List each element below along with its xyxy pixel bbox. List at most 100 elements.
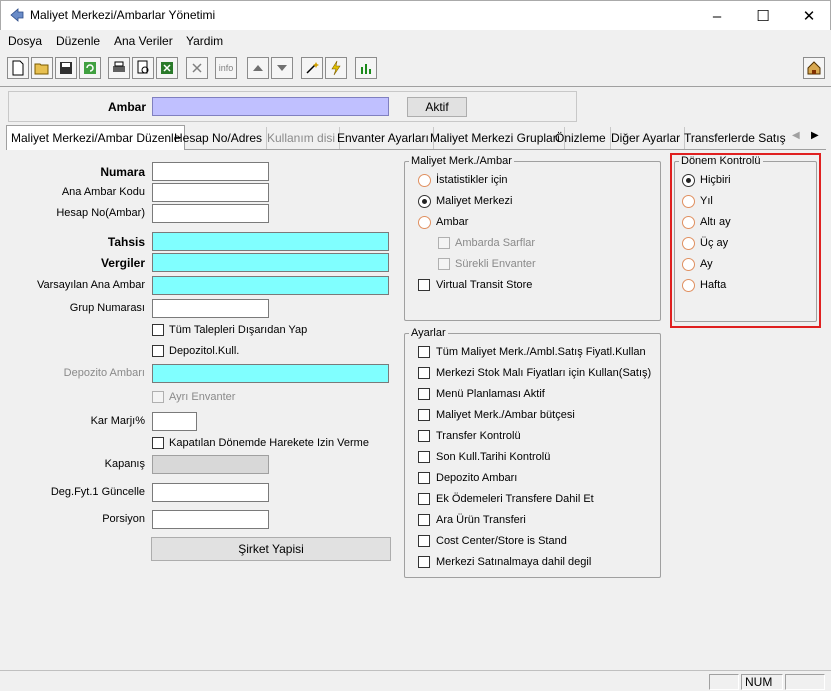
arrow-up-icon[interactable] (247, 57, 269, 79)
ayar-checkbox[interactable] (418, 556, 430, 568)
tab-diger-ayarlar[interactable]: Diğer Ayarlar (607, 127, 686, 149)
virtual-transit-label: Virtual Transit Store (436, 279, 533, 291)
lightning-icon[interactable] (325, 57, 347, 79)
varsayilan-ana-ambar-input[interactable] (152, 276, 389, 295)
ambar-label: Ambar (108, 100, 147, 114)
istatistikler-radio[interactable] (418, 174, 431, 187)
tab-envanter-ayarlari[interactable]: Envanter Ayarları (333, 127, 434, 149)
ayar-label: Ek Ödemeleri Transfere Dahil Et (436, 493, 594, 505)
donem-kontrolu-group: Dönem Kontrolü (674, 155, 817, 322)
ayar-checkbox[interactable] (418, 472, 430, 484)
grup-numarasi-label: Grup Numarası (69, 302, 145, 314)
chart-icon[interactable] (355, 57, 377, 79)
sirket-yapisi-button[interactable]: Şirket Yapisi (151, 537, 391, 561)
tab-transferlerde-satis[interactable]: Transferlerde Satış Fi (680, 127, 787, 149)
tab-onizleme[interactable]: Önizleme (551, 127, 611, 149)
ayar-checkbox[interactable] (418, 451, 430, 463)
ayar-label: Ara Ürün Transferi (436, 514, 526, 526)
donem-ay-radio[interactable] (682, 258, 695, 271)
deg-fyt-input[interactable] (152, 483, 269, 502)
tahsis-input[interactable] (152, 232, 389, 251)
close-button[interactable]: ✕ (786, 1, 831, 31)
surekli-envanter-label: Sürekli Envanter (455, 258, 536, 270)
ayri-envanter-checkbox[interactable] (152, 391, 164, 403)
tahsis-label: Tahsis (107, 235, 145, 249)
surekli-envanter-checkbox[interactable] (438, 258, 450, 270)
vergiler-input[interactable] (152, 253, 389, 272)
excel-export-icon[interactable] (156, 57, 178, 79)
ambarda-sarflar-checkbox[interactable] (438, 237, 450, 249)
donem-uc-ay-radio[interactable] (682, 237, 695, 250)
wand-icon[interactable] (301, 57, 323, 79)
ayar-checkbox[interactable] (418, 367, 430, 379)
open-folder-icon[interactable] (31, 57, 53, 79)
depozito-ambari-label: Depozito Ambarı (63, 367, 145, 379)
save-icon[interactable] (55, 57, 77, 79)
ayar-label: Maliyet Merk./Ambar bütçesi (436, 409, 575, 421)
maximize-button[interactable]: ☐ (740, 1, 786, 31)
donem-alti-ay-radio[interactable] (682, 216, 695, 229)
arrow-down-icon[interactable] (271, 57, 293, 79)
kapatilan-checkbox[interactable] (152, 437, 164, 449)
ayar-checkbox[interactable] (418, 346, 430, 358)
ayar-checkbox[interactable] (418, 514, 430, 526)
tab-maliyet-merkezi-gruplari[interactable]: Maliyet Merkezi Grupları (426, 127, 566, 149)
aktif-button[interactable]: Aktif (407, 97, 467, 117)
tum-talepler-checkbox[interactable] (152, 324, 164, 336)
ambar-radio[interactable] (418, 216, 431, 229)
ayar-checkbox[interactable] (418, 388, 430, 400)
donem-hafta-radio[interactable] (682, 279, 695, 292)
ayar-checkbox[interactable] (418, 409, 430, 421)
ayarlar-group-title: Ayarlar (411, 327, 446, 339)
ayar-checkbox[interactable] (418, 535, 430, 547)
minimize-button[interactable]: – (694, 1, 740, 31)
print-icon[interactable] (108, 57, 130, 79)
menu-duzenle[interactable]: Düzenle (56, 34, 100, 48)
status-bar (0, 670, 831, 691)
porsiyon-input[interactable] (152, 510, 269, 529)
varsayilan-ana-ambar-label: Varsayılan Ana Ambar (36, 279, 145, 291)
kar-marji-input[interactable] (152, 412, 197, 431)
donem-ay-label: Ay (700, 258, 713, 270)
kapatilan-label: Kapatılan Dönemde Harekete Izin Verme (169, 437, 369, 449)
donem-hicbiri-radio[interactable] (682, 174, 695, 187)
depozitol-checkbox[interactable] (152, 345, 164, 357)
ambar-radio-label: Ambar (436, 216, 469, 228)
ana-ambar-kodu-input[interactable] (152, 183, 269, 202)
tab-scroll-left-icon[interactable]: ◀ (792, 130, 800, 141)
num-indicator: NUM (741, 674, 783, 690)
menu-dosya[interactable]: Dosya (8, 34, 42, 48)
info-icon[interactable]: info (215, 57, 237, 79)
numara-label: Numara (100, 165, 145, 179)
donem-hicbiri-label: Hiçbiri (700, 174, 731, 186)
ayar-label: Tüm Maliyet Merk./Ambl.Satış Fiyatl.Kull… (436, 346, 646, 358)
tab-kullanim-disi[interactable]: Kullanım disi (263, 127, 341, 149)
ayar-checkbox[interactable] (418, 493, 430, 505)
ayar-checkbox[interactable] (418, 430, 430, 442)
app-icon (10, 8, 24, 22)
home-icon[interactable] (803, 57, 825, 79)
menu-yardim[interactable]: Yardim (186, 34, 223, 48)
donem-hafta-label: Hafta (700, 279, 727, 291)
donem-yil-radio[interactable] (682, 195, 695, 208)
tab-scroll-right-icon[interactable]: ▶ (811, 130, 819, 141)
maliyet-ambar-group-title: Maliyet Merk./Ambar (411, 155, 512, 167)
donem-kontrolu-title: Dönem Kontrolü (681, 155, 761, 167)
hesap-no-input[interactable] (152, 204, 269, 223)
ayar-label: Merkezi Stok Malı Fiyatları için Kullan(… (436, 367, 652, 379)
virtual-transit-checkbox[interactable] (418, 279, 430, 291)
tab-hesap-no-adres[interactable]: Hesap No/Adres (170, 127, 268, 149)
grup-numarasi-input[interactable] (152, 299, 269, 318)
depozito-ambari-input[interactable] (152, 364, 389, 383)
cancel-icon[interactable] (186, 57, 208, 79)
ambar-input[interactable] (152, 97, 389, 116)
ana-ambar-kodu-label: Ana Ambar Kodu (61, 186, 145, 198)
menu-ana-veriler[interactable]: Ana Veriler (114, 34, 173, 48)
deg-fyt-label: Deg.Fyt.1 Güncelle (50, 486, 145, 498)
new-file-icon[interactable] (7, 57, 29, 79)
print-preview-icon[interactable] (132, 57, 154, 79)
maliyet-merkezi-radio[interactable] (418, 195, 431, 208)
refresh-icon[interactable] (79, 57, 101, 79)
numara-input[interactable] (152, 162, 269, 181)
tab-maliyet-merkezi-ambar-duzenle[interactable]: Maliyet Merkezi/Ambar Düzenle (6, 125, 186, 150)
